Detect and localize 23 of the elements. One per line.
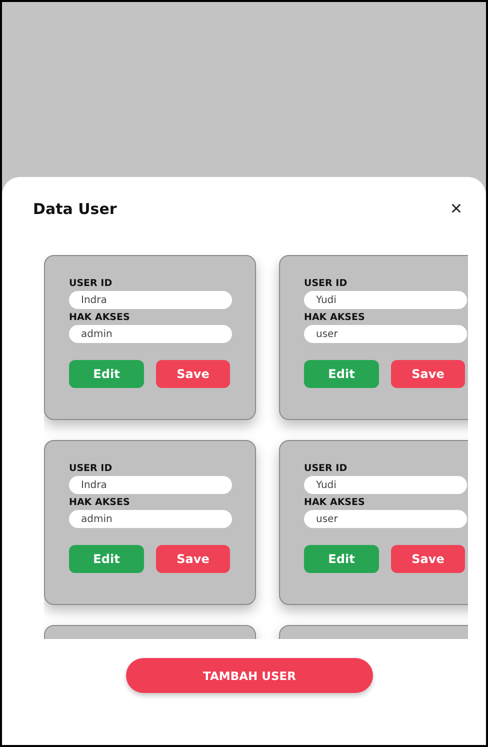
input-field[interactable]: user	[304, 510, 467, 528]
field-label: USER ID	[69, 463, 114, 475]
input-field[interactable]: admin	[69, 510, 232, 528]
save-button[interactable]: Save	[391, 360, 465, 388]
close-button[interactable]: ×	[450, 199, 462, 219]
input-field[interactable]: Indra	[69, 291, 232, 309]
field-label: HAK AKSES	[69, 497, 131, 509]
input-field[interactable]: Yudi	[304, 291, 467, 309]
dialog-title: Data User	[33, 200, 117, 218]
field-label: USER ID	[304, 278, 348, 290]
input-field[interactable]: Indra	[69, 476, 232, 494]
save-button[interactable]: Save	[391, 545, 465, 573]
field-label: HAK AKSES	[69, 312, 131, 324]
input-field[interactable]: user	[304, 325, 467, 343]
save-button[interactable]: Save	[156, 545, 230, 573]
field-label: USER ID	[304, 463, 348, 475]
field-label: USER ID	[69, 278, 114, 290]
input-field[interactable]: admin	[69, 325, 232, 343]
field-label: HAK AKSES	[304, 312, 366, 324]
input-field[interactable]: Yudi	[304, 476, 467, 494]
save-button[interactable]: Save	[156, 360, 230, 388]
field-label: HAK AKSES	[304, 497, 366, 509]
add-user-button[interactable]: TAMBAH USER	[126, 658, 373, 693]
